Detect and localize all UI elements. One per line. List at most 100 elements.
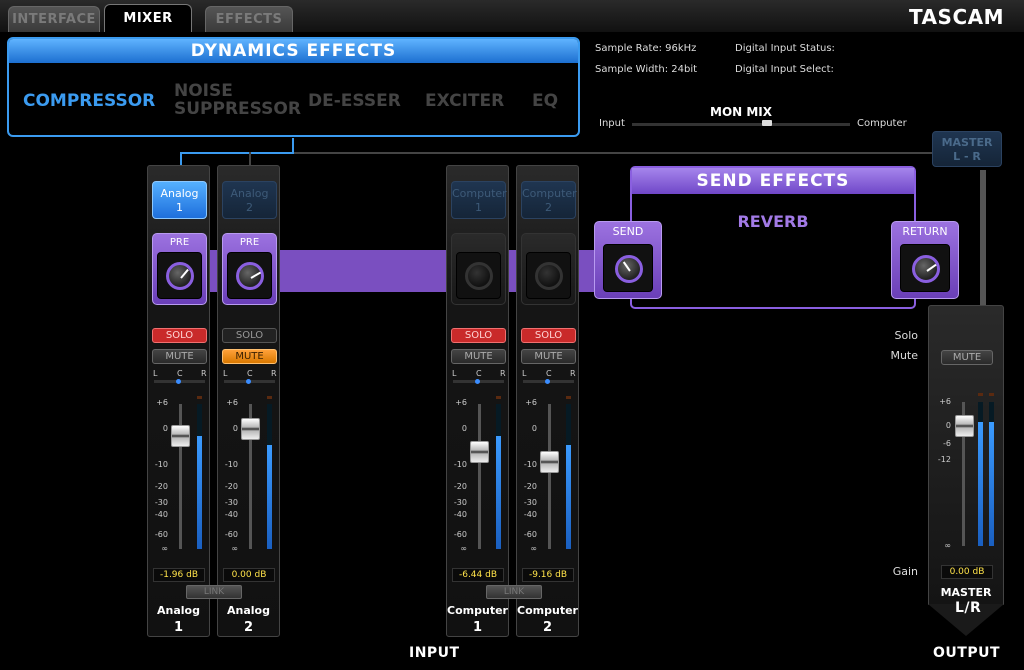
fader-handle[interactable] bbox=[540, 450, 559, 473]
channel-select-button[interactable]: Analog 2 bbox=[222, 181, 277, 219]
bus-line bbox=[294, 152, 934, 154]
send-effects-panel: SEND EFFECTS REVERB bbox=[630, 166, 916, 309]
fader-track[interactable] bbox=[478, 404, 481, 549]
channel-number-label: 1 bbox=[472, 620, 483, 635]
dyn-exciter-button[interactable]: EXCITER bbox=[425, 92, 504, 110]
master-scale-label: +6 bbox=[939, 397, 951, 406]
mute-button[interactable]: MUTE bbox=[521, 349, 576, 364]
tab-interface[interactable]: INTERFACE bbox=[8, 6, 100, 32]
pan-left-label: L bbox=[452, 369, 457, 378]
solo-row-label: Solo bbox=[894, 329, 919, 342]
mon-mix-computer-label: Computer bbox=[857, 118, 907, 129]
pan-slider-handle[interactable] bbox=[475, 379, 480, 384]
gain-db-readout: -9.16 dB bbox=[522, 568, 574, 582]
fader-scale-label: ∞ bbox=[530, 544, 537, 553]
fader-scale-label: -30 bbox=[523, 498, 537, 507]
master-lr-button[interactable]: MASTER L - R bbox=[932, 131, 1002, 167]
tab-effects[interactable]: EFFECTS bbox=[205, 6, 293, 32]
fader-scale-label: +6 bbox=[525, 398, 537, 407]
pan-right-label: R bbox=[570, 369, 576, 378]
channel-select-num: 1 bbox=[176, 201, 183, 214]
gain-row-label: Gain bbox=[892, 565, 918, 578]
return-knob-frame bbox=[900, 244, 950, 292]
link-computer-button[interactable]: LINK bbox=[486, 585, 542, 599]
send-pre-knob[interactable] bbox=[535, 262, 563, 290]
fader-scale-label: -20 bbox=[154, 482, 168, 491]
pan-slider-handle[interactable] bbox=[176, 379, 181, 384]
master-peak-left bbox=[978, 393, 983, 396]
sample-rate-text: Sample Rate: 96kHz bbox=[595, 43, 697, 54]
fader-scale-label: -60 bbox=[154, 530, 168, 539]
master-meter-left bbox=[978, 402, 983, 546]
tab-mixer[interactable]: MIXER bbox=[104, 4, 192, 32]
mute-row-label: Mute bbox=[890, 349, 918, 362]
output-section-label: OUTPUT bbox=[933, 645, 1000, 661]
reverb-effect-button[interactable]: REVERB bbox=[632, 212, 914, 231]
solo-button[interactable]: SOLO bbox=[521, 328, 576, 343]
pan-slider-handle[interactable] bbox=[545, 379, 550, 384]
solo-button[interactable]: SOLO bbox=[451, 328, 506, 343]
master-fader-handle[interactable] bbox=[955, 415, 974, 437]
fader-scale-label: -30 bbox=[224, 498, 238, 507]
return-level-knob[interactable] bbox=[912, 255, 940, 283]
peak-indicator-left bbox=[496, 396, 501, 399]
fader-scale-label: -20 bbox=[523, 482, 537, 491]
peak-indicator-left bbox=[267, 396, 272, 399]
mon-mix-slider-track[interactable] bbox=[632, 123, 850, 126]
peak-indicator-left bbox=[566, 396, 571, 399]
dyn-noise-suppressor-button[interactable]: NOISE SUPPRESSOR bbox=[174, 82, 301, 118]
fader-scale-label: -10 bbox=[154, 460, 168, 469]
master-scale-label: ∞ bbox=[944, 541, 951, 550]
send-pre-knob[interactable] bbox=[166, 262, 194, 290]
master-top-sub-label: L - R bbox=[953, 150, 981, 163]
mon-mix-slider-handle[interactable] bbox=[762, 120, 773, 126]
pan-slider-handle[interactable] bbox=[246, 379, 251, 384]
channel-select-button[interactable]: Computer 2 bbox=[521, 181, 577, 219]
master-peak-right bbox=[989, 393, 994, 396]
dyn-de-esser-button[interactable]: DE-ESSER bbox=[308, 92, 401, 110]
pre-section bbox=[451, 233, 506, 305]
channel-select-button[interactable]: Computer 1 bbox=[451, 181, 507, 219]
send-level-knob[interactable] bbox=[615, 255, 643, 283]
pan-left-label: L bbox=[522, 369, 527, 378]
fader-scale-label: 0 bbox=[162, 424, 168, 433]
dyn-compressor-button[interactable]: COMPRESSOR bbox=[23, 92, 155, 110]
fader-scale-label: -60 bbox=[523, 530, 537, 539]
fader-scale-label: -10 bbox=[224, 460, 238, 469]
channel-select-num: 1 bbox=[475, 201, 482, 214]
send-pre-knob[interactable] bbox=[236, 262, 264, 290]
channel-number-label: 1 bbox=[173, 620, 184, 635]
master-mute-button[interactable]: MUTE bbox=[941, 350, 993, 365]
solo-button[interactable]: SOLO bbox=[152, 328, 207, 343]
channel-select-label: Computer bbox=[452, 187, 507, 200]
pre-label: PRE bbox=[239, 237, 260, 248]
pre-section: PRE bbox=[152, 233, 207, 305]
level-meter bbox=[496, 404, 501, 549]
fader-scale-label: -40 bbox=[154, 510, 168, 519]
fader-handle[interactable] bbox=[241, 418, 260, 440]
digital-input-select-text: Digital Input Select: bbox=[735, 64, 834, 75]
channel-strip: Analog 2 PRE SOLO MUTE L C R +6 0 -10 -20 -30 -40 -60 ∞… bbox=[217, 165, 280, 637]
send-pre-knob[interactable] bbox=[465, 262, 493, 290]
channel-select-button[interactable]: Analog 1 bbox=[152, 181, 207, 219]
fader-scale-label: ∞ bbox=[460, 544, 467, 553]
master-sub-label: L/R bbox=[955, 600, 982, 616]
pre-label: PRE bbox=[169, 237, 190, 248]
pan-right-label: R bbox=[500, 369, 506, 378]
fader-track[interactable] bbox=[548, 404, 551, 549]
return-knob-box: RETURN bbox=[891, 221, 959, 299]
mute-button[interactable]: MUTE bbox=[152, 349, 207, 364]
master-meter-right bbox=[989, 402, 994, 546]
channel-select-label: Analog bbox=[160, 187, 199, 200]
mute-button[interactable]: MUTE bbox=[451, 349, 506, 364]
dyn-eq-button[interactable]: EQ bbox=[532, 92, 558, 110]
fader-handle[interactable] bbox=[470, 441, 489, 464]
mute-button[interactable]: MUTE bbox=[222, 349, 277, 364]
fader-scale-label: -30 bbox=[453, 498, 467, 507]
solo-button[interactable]: SOLO bbox=[222, 328, 277, 343]
fader-handle[interactable] bbox=[171, 425, 190, 448]
link-analog-button[interactable]: LINK bbox=[186, 585, 242, 599]
brand-logo: TASCAM bbox=[908, 5, 1004, 29]
fader-scale-label: 0 bbox=[461, 424, 467, 433]
channel-select-label: Analog bbox=[230, 187, 269, 200]
